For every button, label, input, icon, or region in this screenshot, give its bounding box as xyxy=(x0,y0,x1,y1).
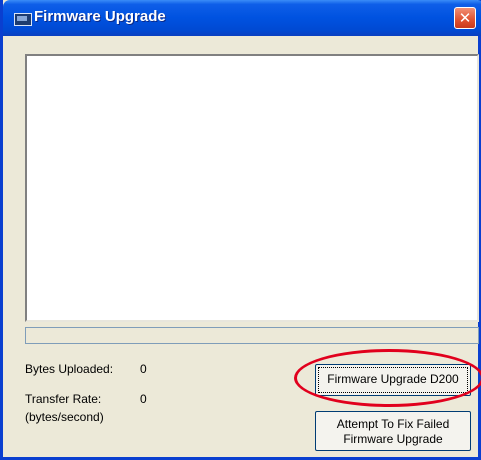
transfer-rate-label: Transfer Rate: xyxy=(25,392,102,406)
window-title: Firmware Upgrade xyxy=(34,8,166,25)
transfer-rate-value: 0 xyxy=(140,392,147,406)
fix-button-line2: Firmware Upgrade xyxy=(343,432,443,446)
app-window-icon xyxy=(14,13,32,26)
bytes-uploaded-value: 0 xyxy=(140,362,147,376)
transfer-rate-unit: (bytes/second) xyxy=(25,410,104,424)
fix-button-line1: Attempt To Fix Failed xyxy=(336,417,450,431)
focus-rectangle xyxy=(318,367,468,393)
upload-progress-bar xyxy=(25,327,479,344)
close-button[interactable]: ✕ xyxy=(454,7,476,29)
firmware-upgrade-button[interactable]: Firmware Upgrade D200 xyxy=(315,364,471,396)
bytes-uploaded-label: Bytes Uploaded: xyxy=(25,362,114,376)
log-textarea[interactable] xyxy=(25,54,479,322)
fix-failed-upgrade-button[interactable]: Attempt To Fix Failed Firmware Upgrade xyxy=(315,411,471,451)
title-bar[interactable]: Firmware Upgrade ✕ xyxy=(3,0,481,36)
close-icon: ✕ xyxy=(458,9,472,27)
firmware-upgrade-window: Firmware Upgrade ✕ Bytes Uploaded: 0 Tra… xyxy=(0,0,481,460)
